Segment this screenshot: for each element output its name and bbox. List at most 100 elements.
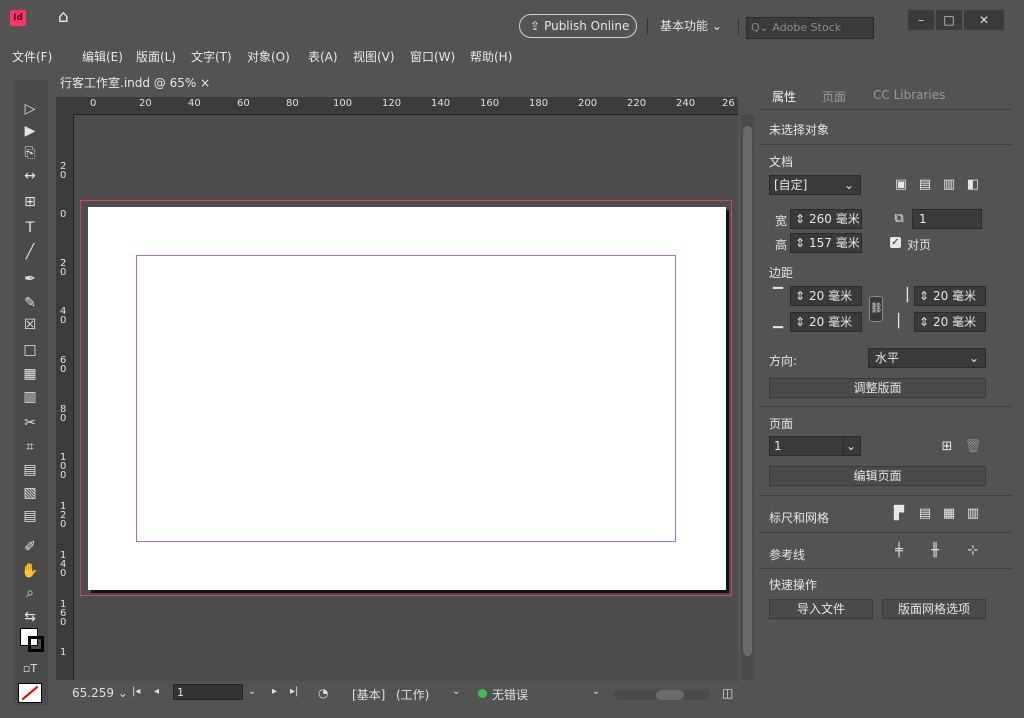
eyedropper-tool-icon[interactable]: ✐ bbox=[20, 538, 40, 556]
stroke-swatch[interactable] bbox=[28, 636, 44, 652]
ruler-tick-label: 40 bbox=[188, 98, 201, 109]
margin-bottom-field[interactable]: ⇕ 20 毫米 bbox=[790, 312, 862, 332]
binding-left-icon[interactable]: ▥ bbox=[940, 177, 958, 193]
note-tool-icon[interactable]: ▤ bbox=[20, 507, 40, 525]
margin-left-field[interactable]: ⇕ 20 毫米 bbox=[914, 286, 986, 306]
landscape-icon[interactable]: ▤ bbox=[916, 177, 934, 193]
last-page-icon[interactable]: ▸| bbox=[290, 686, 298, 697]
page-number-field[interactable]: 1 bbox=[173, 684, 243, 700]
line-tool-icon[interactable]: ╱ bbox=[20, 243, 40, 261]
height-field[interactable]: ⇕ 157 毫米 bbox=[790, 233, 862, 253]
direct-selection-tool-icon[interactable]: ▶ bbox=[20, 122, 40, 140]
preflight-dropdown-icon[interactable]: ⌄ bbox=[452, 686, 460, 697]
baseline-grid-icon[interactable]: ▤ bbox=[916, 506, 934, 522]
grid-tool-icon[interactable]: ▥ bbox=[20, 388, 40, 406]
selection-tool-icon[interactable]: ▷ bbox=[20, 100, 40, 118]
document-tab[interactable]: 行客工作室.indd @ 65% × bbox=[60, 74, 210, 91]
menu-file[interactable]: 文件(F) bbox=[12, 48, 52, 65]
adjust-layout-button[interactable]: 调整版面 bbox=[769, 378, 986, 398]
menu-view[interactable]: 视图(V) bbox=[353, 48, 395, 65]
scissors-tool-icon[interactable]: ✂ bbox=[20, 414, 40, 432]
open-document-icon[interactable]: ◔ bbox=[318, 686, 328, 700]
facing-pages-checkbox[interactable]: ✓ bbox=[890, 237, 901, 248]
preflight-profile[interactable]: (工作) bbox=[396, 686, 429, 703]
preflight-menu-icon[interactable]: ⌄ bbox=[592, 686, 600, 697]
vertical-scroll-thumb[interactable] bbox=[743, 126, 752, 656]
binding-right-icon[interactable]: ◧ bbox=[964, 177, 982, 193]
margin-right-field[interactable]: ⇕ 20 毫米 bbox=[914, 312, 986, 332]
document-grid-icon[interactable]: ▦ bbox=[940, 506, 958, 522]
rectangle-tool-icon[interactable]: □ bbox=[20, 341, 40, 359]
minimize-button[interactable]: – bbox=[908, 10, 934, 30]
hand-tool-icon[interactable]: ✋ bbox=[20, 562, 40, 580]
orientation-select[interactable]: 水平 ⌄ bbox=[868, 348, 986, 368]
formatting-affects-container-icon[interactable]: ▫T bbox=[20, 660, 40, 678]
menu-type[interactable]: 文字(T) bbox=[191, 48, 232, 65]
rectangle-frame-tool-icon[interactable]: ☒ bbox=[20, 316, 40, 334]
layout-grid-icon[interactable]: ▥ bbox=[964, 506, 982, 522]
page-tool-icon[interactable]: ⎘ bbox=[20, 144, 40, 162]
margin-top-value: 20 毫米 bbox=[809, 289, 853, 303]
delete-page-icon[interactable]: 🗑 bbox=[964, 439, 982, 455]
normal-view-mode-icon[interactable] bbox=[18, 683, 42, 703]
workspace-switcher[interactable]: 基本功能 ⌄ bbox=[660, 17, 722, 34]
ruler-tick-label: 200 bbox=[578, 98, 598, 109]
zoom-tool-icon[interactable]: ⌕ bbox=[20, 584, 40, 602]
maximize-button[interactable]: □ bbox=[936, 10, 962, 30]
gradient-swatch-tool-icon[interactable]: ▤ bbox=[20, 461, 40, 479]
preflight-status[interactable]: 无错误 bbox=[492, 686, 528, 703]
width-field[interactable]: ⇕ 260 毫米 bbox=[790, 209, 862, 229]
smart-guides-icon[interactable]: ⊹ bbox=[964, 543, 982, 559]
tab-properties[interactable]: 属性 bbox=[772, 88, 796, 105]
separator bbox=[647, 18, 648, 34]
ruler-tick-label: 1 2 0 bbox=[60, 501, 67, 530]
menu-help[interactable]: 帮助(H) bbox=[470, 48, 512, 65]
content-collector-icon[interactable]: ⊞ bbox=[20, 193, 40, 211]
import-file-button[interactable]: 导入文件 bbox=[769, 599, 873, 619]
type-tool-icon[interactable]: T bbox=[20, 219, 40, 237]
pencil-tool-icon[interactable]: ✎ bbox=[20, 294, 40, 312]
menu-window[interactable]: 窗口(W) bbox=[410, 48, 455, 65]
pages-count-icon: ⧉ bbox=[894, 211, 904, 226]
close-button[interactable]: ✕ bbox=[964, 10, 1004, 30]
chevron-down-icon: ⌄ bbox=[843, 437, 858, 455]
pages-count-field[interactable]: 1 bbox=[912, 209, 982, 229]
portrait-icon[interactable]: ▣ bbox=[892, 177, 910, 193]
vertical-ruler[interactable] bbox=[56, 114, 74, 680]
layout-grid-options-button[interactable]: 版面网格选项 bbox=[882, 599, 986, 619]
free-transform-tool-icon[interactable]: ⌗ bbox=[20, 438, 40, 456]
next-page-icon[interactable]: ▸ bbox=[272, 686, 277, 697]
previous-page-icon[interactable]: ◂ bbox=[154, 686, 159, 697]
divider bbox=[759, 532, 1011, 533]
horizontal-scroll-thumb[interactable] bbox=[656, 690, 684, 700]
adobe-stock-search-input[interactable]: Q⌄ Adobe Stock bbox=[746, 17, 874, 39]
zoom-level[interactable]: 65.259 ⌄ bbox=[72, 686, 128, 700]
pen-tool-icon[interactable]: ✒ bbox=[20, 270, 40, 288]
split-window-icon[interactable]: ◫ bbox=[722, 686, 733, 700]
width-value: 260 毫米 bbox=[809, 212, 860, 226]
preflight-ok-icon bbox=[478, 689, 487, 698]
menu-object[interactable]: 对象(O) bbox=[247, 48, 290, 65]
menu-layout[interactable]: 版面(L) bbox=[136, 48, 176, 65]
first-page-icon[interactable]: |◂ bbox=[132, 686, 140, 697]
gap-tool-icon[interactable]: ↔ bbox=[20, 167, 40, 185]
edit-page-button[interactable]: 编辑页面 bbox=[769, 466, 986, 486]
tab-cc-libraries[interactable]: CC Libraries bbox=[873, 88, 945, 102]
tab-pages[interactable]: 页面 bbox=[822, 88, 846, 105]
page-select[interactable]: 1 ⌄ bbox=[769, 436, 861, 456]
publish-online-button[interactable]: ⇪ Publish Online bbox=[519, 14, 637, 38]
menu-table[interactable]: 表(A) bbox=[308, 48, 338, 65]
lock-guides-icon[interactable]: ╫ bbox=[926, 543, 944, 559]
menu-edit[interactable]: 编辑(E) bbox=[82, 48, 123, 65]
document-preset-select[interactable]: [自定] ⌄ bbox=[769, 175, 861, 195]
link-margins-icon[interactable]: ⛓ bbox=[869, 296, 883, 322]
home-icon[interactable]: ⌂ bbox=[58, 8, 76, 26]
gradient-feather-tool-icon[interactable]: ▧ bbox=[20, 484, 40, 502]
default-colors-icon[interactable]: ⇆ bbox=[20, 608, 40, 626]
page-dropdown-icon[interactable]: ⌄ bbox=[248, 686, 256, 697]
margin-top-field[interactable]: ⇕ 20 毫米 bbox=[790, 286, 862, 306]
ruler-icon[interactable]: ▛ bbox=[890, 506, 908, 522]
show-guides-icon[interactable]: ╪ bbox=[890, 543, 908, 559]
table-tool-icon[interactable]: ▦ bbox=[20, 365, 40, 383]
add-page-icon[interactable]: ⊞ bbox=[938, 439, 956, 455]
